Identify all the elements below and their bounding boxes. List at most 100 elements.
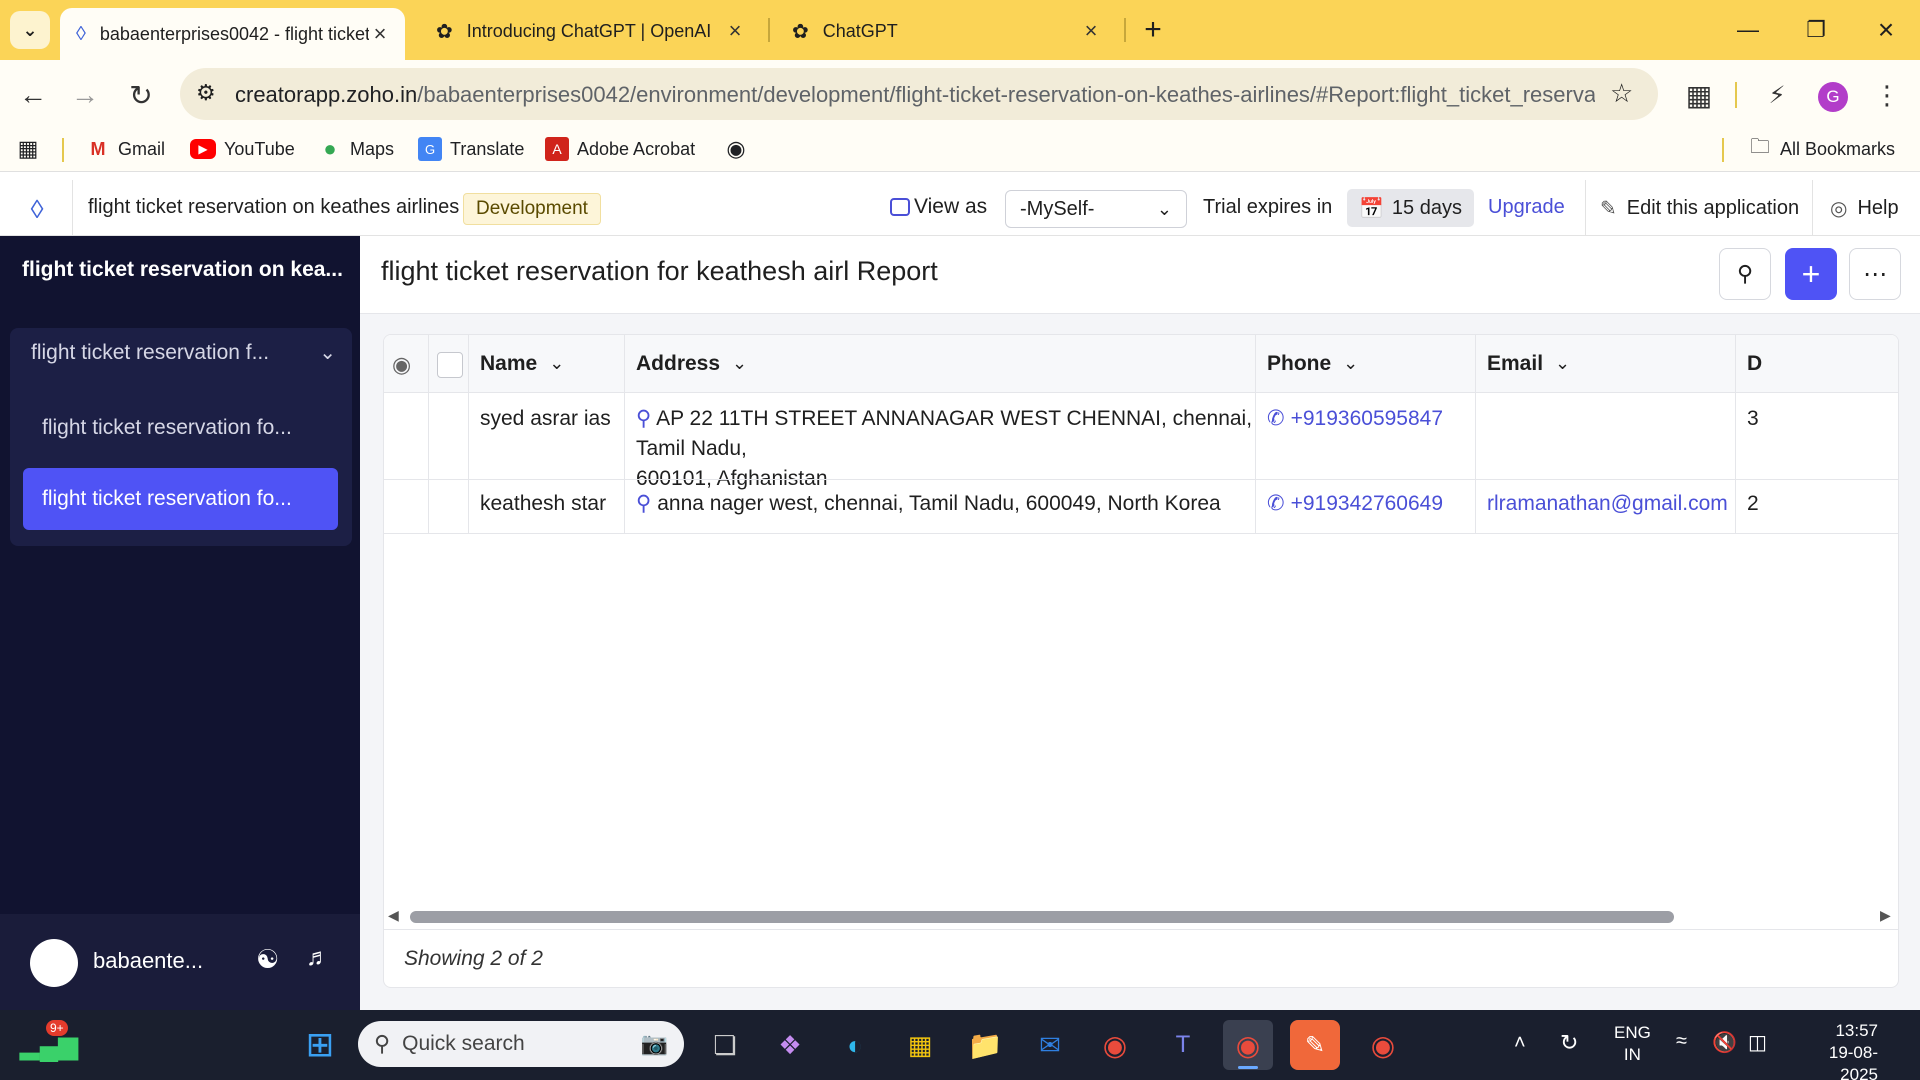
menu-kebab-icon[interactable]: ⋮ xyxy=(1864,72,1910,118)
tab-openai[interactable]: ✿ Introducing ChatGPT | OpenAI × xyxy=(420,8,760,54)
notification-badge: 9+ xyxy=(46,1020,68,1036)
select-all-checkbox[interactable] xyxy=(437,352,463,378)
grid-footer-divider xyxy=(384,929,1898,930)
close-tab-icon[interactable]: × xyxy=(1080,18,1102,44)
bell-icon[interactable]: ♬ xyxy=(306,944,330,972)
cell-phone[interactable]: ✆ +919360595847 xyxy=(1255,404,1443,434)
bookmark-youtube[interactable]: ▶ YouTube xyxy=(190,132,295,166)
column-header-name[interactable]: Name ⌄ xyxy=(468,335,624,393)
forward-button[interactable]: → xyxy=(62,72,108,118)
back-button[interactable]: ← xyxy=(10,72,56,118)
chrome-icon[interactable]: ◉ xyxy=(1090,1020,1140,1070)
cell-name: syed asrar ias xyxy=(480,407,611,430)
close-tab-icon[interactable]: × xyxy=(369,21,391,47)
help-button[interactable]: ◎ Help xyxy=(1830,196,1899,221)
active-app-indicator xyxy=(1238,1066,1258,1069)
scroll-right-icon[interactable]: ▶ xyxy=(1880,907,1891,924)
search-icon: ⚲ xyxy=(374,1031,391,1056)
tab-list-button[interactable]: ⌄ xyxy=(10,11,50,49)
url-text: creatorapp.zoho.in/babaenterprises0042/e… xyxy=(235,82,1595,107)
cell-phone[interactable]: ✆ +919342760649 xyxy=(1255,489,1443,519)
all-bookmarks-button[interactable]: 🗀 All Bookmarks xyxy=(1748,132,1895,166)
acrobat-icon: A xyxy=(545,137,569,161)
cell-email[interactable]: rlramanathan@gmail.com xyxy=(1475,489,1728,519)
column-header-partial[interactable]: D xyxy=(1735,335,1898,393)
minimize-button[interactable]: — xyxy=(1718,8,1778,52)
table-row[interactable]: syed asrar ias ⚲ AP 22 11TH STREET ANNAN… xyxy=(384,393,1898,490)
tab-chatgpt[interactable]: ✿ ChatGPT × xyxy=(776,8,1116,54)
phone-icon: ✆ xyxy=(1267,492,1285,515)
more-horizontal-icon: ⋯ xyxy=(1863,260,1887,288)
column-header-address[interactable]: Address ⌄ xyxy=(624,335,1255,393)
edge-icon[interactable]: ◐ xyxy=(830,1020,880,1070)
bookmark-translate[interactable]: G Translate xyxy=(418,132,524,166)
performance-icon[interactable]: ⚡ xyxy=(1754,72,1800,118)
speaker-muted-icon[interactable]: 🔇 xyxy=(1712,1030,1737,1055)
more-options-button[interactable]: ⋯ xyxy=(1849,248,1901,300)
battery-icon[interactable]: ◫ xyxy=(1748,1030,1767,1055)
sidebar-item-report-2[interactable]: flight ticket reservation fo... xyxy=(23,468,338,530)
column-header-phone[interactable]: Phone ⌄ xyxy=(1255,335,1475,393)
apps-grid-icon[interactable]: ▦ xyxy=(16,132,48,166)
phone-icon: ✆ xyxy=(1267,407,1285,430)
reload-button[interactable]: ↻ xyxy=(118,72,164,118)
clock[interactable]: 13:57 19-08-2025 xyxy=(1798,1020,1878,1080)
upgrade-link[interactable]: Upgrade xyxy=(1488,196,1565,219)
search-button[interactable]: ⚲ xyxy=(1719,248,1771,300)
pencil-icon: ✎ xyxy=(1600,198,1617,220)
trial-label: Trial expires in xyxy=(1203,196,1333,218)
wifi-icon[interactable]: ≈ xyxy=(1676,1030,1687,1053)
tab-zoho[interactable]: ◊ babaenterprises0042 - flight ticket re… xyxy=(60,8,405,60)
chevron-up-icon[interactable]: ˄ xyxy=(1514,1032,1526,1055)
table-row[interactable]: keathesh star ⚲ anna nager west, chennai… xyxy=(384,480,1898,533)
close-window-button[interactable]: × xyxy=(1856,8,1916,52)
edit-application-button[interactable]: ✎ Edit this application xyxy=(1600,196,1799,221)
copilot-icon[interactable]: ❖ xyxy=(765,1020,815,1070)
column-header-email[interactable]: Email ⌄ xyxy=(1475,335,1735,393)
zoho-creator-logo-icon[interactable]: ◊ xyxy=(20,194,54,224)
sidebar-item-report-1[interactable]: flight ticket reservation fo... xyxy=(42,416,292,440)
close-tab-icon[interactable]: × xyxy=(724,18,746,44)
scroll-left-icon[interactable]: ◀ xyxy=(388,907,399,924)
report-title: flight ticket reservation for keathesh a… xyxy=(381,256,938,286)
chevron-down-icon: ⌄ xyxy=(732,353,748,373)
language-indicator[interactable]: ENG IN xyxy=(1614,1022,1651,1066)
bookmark-gmail[interactable]: M Gmail xyxy=(86,132,166,166)
windows-start-icon[interactable]: ⊞ xyxy=(295,1020,345,1070)
taskbar-search[interactable]: ⚲ Quick search 📷 xyxy=(358,1021,684,1067)
extensions-icon[interactable]: ▦ xyxy=(1676,72,1722,118)
maps-pin-icon: ● xyxy=(323,136,337,161)
sync-icon[interactable]: ↻ xyxy=(1560,1030,1578,1056)
cell-partial: 3 xyxy=(1747,407,1759,430)
row-divider xyxy=(384,533,1898,534)
eye-icon[interactable]: ◉ xyxy=(392,352,411,378)
bookmark-adobe-acrobat[interactable]: A Adobe Acrobat xyxy=(545,132,695,166)
teams-icon[interactable]: T xyxy=(1158,1020,1208,1070)
file-explorer-icon[interactable]: 📁 xyxy=(960,1020,1010,1070)
address-bar[interactable]: ⚙ creatorapp.zoho.in/babaenterprises0042… xyxy=(180,68,1658,120)
chevron-down-icon: ⌄ xyxy=(22,19,38,40)
scrollbar-thumb[interactable] xyxy=(410,911,1674,923)
globe-icon[interactable]: ◉ xyxy=(724,132,756,166)
sidebar-group-header[interactable]: flight ticket reservation f... ⌄ xyxy=(31,340,336,365)
zoho-app-icon[interactable]: ✎ xyxy=(1290,1020,1340,1070)
task-view-icon[interactable]: ❏ xyxy=(700,1020,750,1070)
chrome-canary-icon[interactable]: ◉ xyxy=(1358,1020,1408,1070)
user-avatar[interactable] xyxy=(30,939,78,987)
chrome-profile-icon[interactable]: ◉ xyxy=(1223,1020,1273,1070)
bookmark-star-icon[interactable]: ☆ xyxy=(1610,78,1633,109)
horizontal-scrollbar[interactable]: ◀ ▶ xyxy=(384,905,1898,929)
restore-button[interactable]: ❐ xyxy=(1786,8,1846,52)
bookmark-maps[interactable]: ● Maps xyxy=(318,132,394,166)
site-info-icon[interactable]: ⚙ xyxy=(196,80,216,106)
location-pin-icon: ⚲ xyxy=(636,492,652,515)
view-as-select[interactable]: -MySelf- ⌄ xyxy=(1005,190,1187,228)
view-as-icon xyxy=(890,198,910,216)
add-record-button[interactable]: + xyxy=(1785,248,1837,300)
outlook-icon[interactable]: ✉ xyxy=(1025,1020,1075,1070)
new-tab-button[interactable]: + xyxy=(1135,12,1171,48)
accessibility-icon[interactable]: ☯ xyxy=(256,944,279,975)
store-icon[interactable]: ▦ xyxy=(895,1020,945,1070)
bookmark-divider xyxy=(1722,138,1724,162)
profile-avatar[interactable]: G xyxy=(1818,82,1848,112)
